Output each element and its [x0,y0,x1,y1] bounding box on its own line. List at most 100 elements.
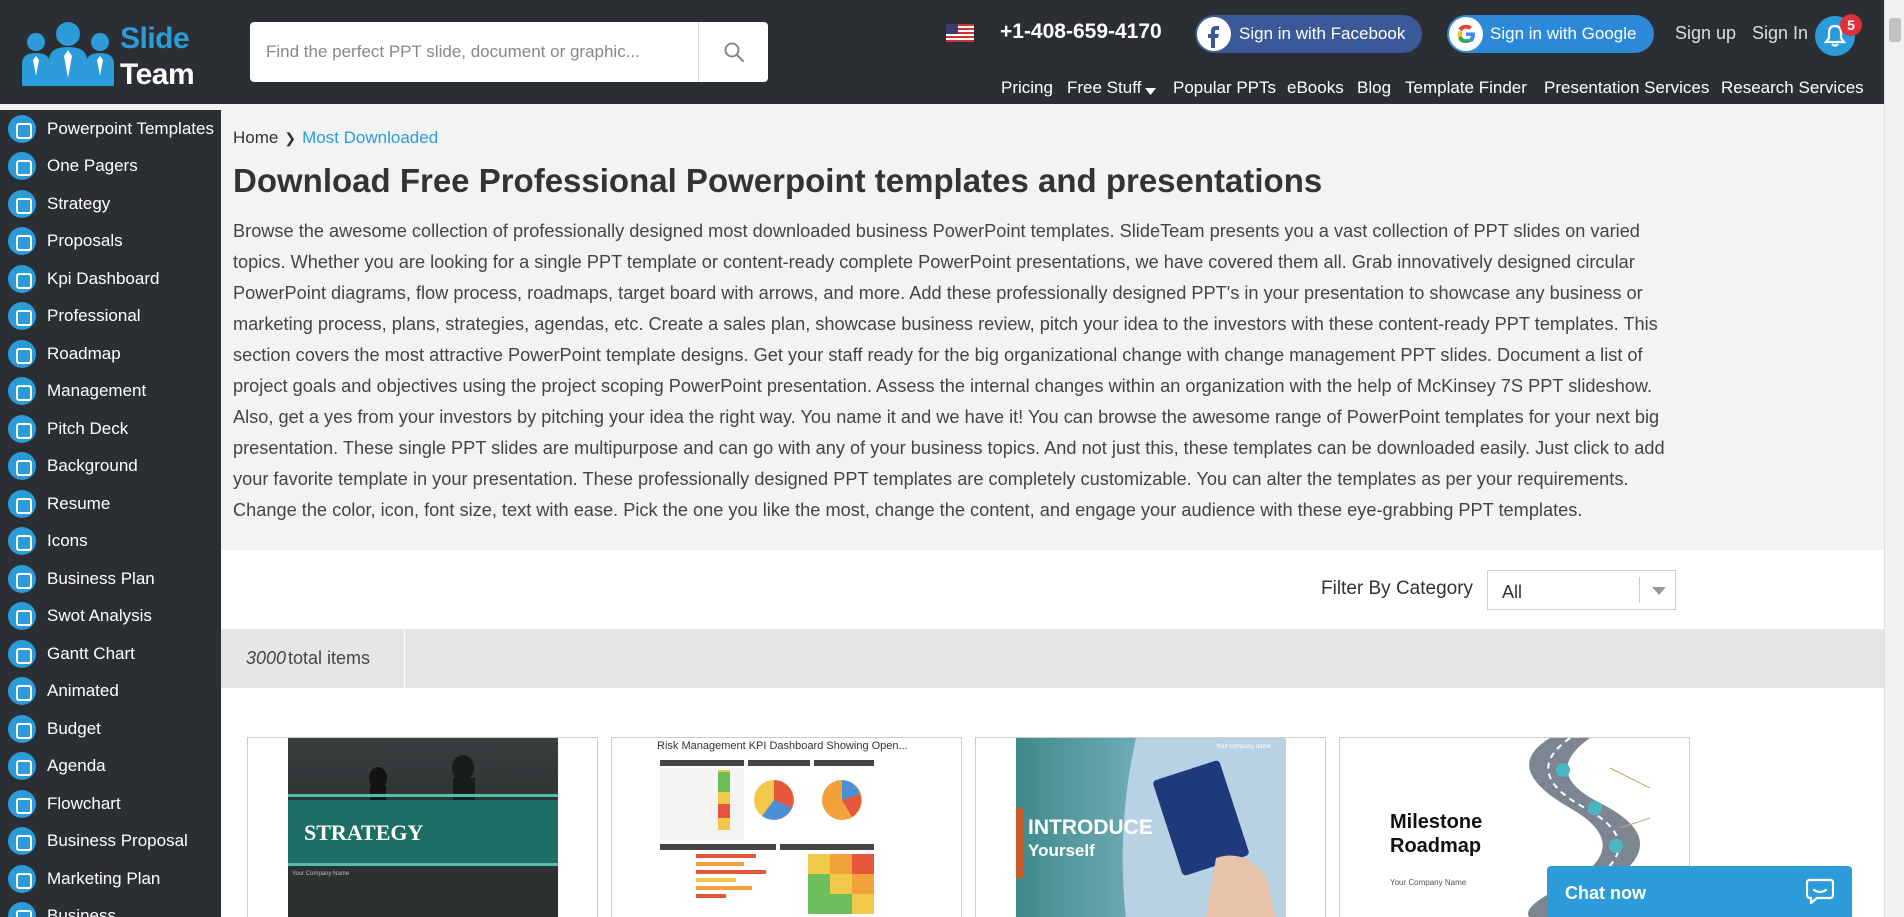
sidebar-item-background[interactable]: Background [0,447,221,483]
google-signin-button[interactable]: Sign in with Google [1447,15,1654,53]
kpi-thumb-title: Risk Management KPI Dashboard Showing Op… [657,740,908,752]
introduce-thumb-title: INTRODUCE [1028,816,1153,839]
sidebar-item-label: Agenda [47,756,106,775]
sidebar-item-powerpoint-templates[interactable]: Powerpoint Templates [0,110,221,146]
chevron-down-icon [1145,88,1156,95]
sidebar-item-label: Animated [47,681,119,700]
search-button[interactable] [698,22,768,82]
sidebar-item-animated[interactable]: Animated [0,672,221,708]
kpi-dashboard-thumbnail: Risk Management KPI Dashboard Showing Op… [652,738,961,917]
product-card-strategy[interactable]: STRATEGY Your Company Name [247,737,598,917]
strategy-thumbnail: STRATEGY Your Company Name [288,738,558,917]
strategy-icon [8,190,36,218]
category-filter-select[interactable]: All [1487,570,1676,610]
nav-research-services[interactable]: Research Services [1721,78,1864,98]
search-input[interactable] [250,22,698,82]
nav-presentation-services[interactable]: Presentation Services [1544,78,1709,98]
signin-link[interactable]: Sign In [1752,23,1808,44]
sidebar-item-resume[interactable]: Resume [0,485,221,521]
dashboard-icon [8,265,36,293]
product-card-kpi-dashboard[interactable]: Risk Management KPI Dashboard Showing Op… [611,737,962,917]
sidebar-item-roadmap[interactable]: Roadmap [0,335,221,371]
chevron-right-icon: ❯ [284,130,297,146]
intro-description: Browse the awesome collection of profess… [233,221,1665,520]
pie-chart-icon [8,565,36,593]
sidebar-item-flowchart[interactable]: Flowchart [0,785,221,821]
sidebar-item-agenda[interactable]: Agenda [0,747,221,783]
phone-number[interactable]: +1-408-659-4170 [1000,20,1162,44]
agenda-icon [8,752,36,780]
facebook-signin-label: Sign in with Facebook [1239,24,1406,43]
budget-icon [8,715,36,743]
nav-popular-ppts[interactable]: Popular PPTs [1173,78,1276,98]
grid-icon [8,827,36,855]
introduce-thumb-sub: Yourself [1028,841,1095,860]
sidebar-item-strategy[interactable]: Strategy [0,185,221,221]
marketing-icon [8,865,36,893]
logo-word-slide: Slide [120,22,190,55]
milestone-thumb-sub: Your Company Name [1390,878,1467,887]
sidebar-item-label: Flowchart [47,794,121,813]
sidebar-item-gantt-chart[interactable]: Gantt Chart [0,635,221,671]
management-icon [8,377,36,405]
sidebar-item-business-proposal[interactable]: Business Proposal [0,822,221,858]
sidebar-item-professional[interactable]: Professional [0,297,221,333]
globe-icon [8,527,36,555]
google-icon [1449,17,1483,51]
introduce-yourself-thumbnail: Your company name INTRODUCE Yourself [1016,738,1286,917]
sidebar-item-label: Proposals [47,231,123,250]
kpi-dashboard-image [660,760,874,914]
sidebar-item-swot-analysis[interactable]: Swot Analysis [0,597,221,633]
sidebar-item-business[interactable]: Business [0,897,221,917]
sidebar-item-marketing-plan[interactable]: Marketing Plan [0,860,221,896]
sidebar-item-icons[interactable]: Icons [0,522,221,558]
breadcrumb: Home ❯ Most Downloaded [233,128,438,148]
gear-icon [8,602,36,630]
introduce-thumb-corner: Your company name [1216,744,1271,750]
sidebar-item-management[interactable]: Management [0,372,221,408]
background-icon [8,452,36,480]
sidebar-item-label: Swot Analysis [47,606,152,625]
scrollbar-thumb[interactable] [1889,18,1901,42]
sidebar-item-one-pagers[interactable]: One Pagers [0,147,221,183]
animated-icon [8,677,36,705]
sidebar-item-budget[interactable]: Budget [0,710,221,746]
facebook-signin-button[interactable]: Sign in with Facebook [1195,15,1422,53]
presentation-icon [8,115,36,143]
chat-bubble-icon [1806,878,1834,904]
nav-pricing[interactable]: Pricing [1001,78,1053,98]
strategy-thumb-title: STRATEGY [304,820,424,845]
breadcrumb-current[interactable]: Most Downloaded [302,128,438,147]
sidebar-item-business-plan[interactable]: Business Plan [0,560,221,596]
resume-icon [8,490,36,518]
breadcrumb-home[interactable]: Home [233,128,278,147]
product-card-introduce-yourself[interactable]: Your company name INTRODUCE Yourself [975,737,1326,917]
gauge-icon [8,415,36,443]
document-icon [8,152,36,180]
milestone-thumb-title2: Roadmap [1390,835,1482,857]
sidebar-item-kpi-dashboard[interactable]: Kpi Dashboard [0,260,221,296]
sidebar-item-pitch-deck[interactable]: Pitch Deck [0,410,221,446]
category-filter-value: All [1502,582,1523,602]
site-header: Slide Team +1-408-659-4170 Sign in with … [0,0,1884,104]
sidebar-item-proposals[interactable]: Proposals [0,222,221,258]
nav-ebooks[interactable]: eBooks [1287,78,1344,98]
nav-blog[interactable]: Blog [1357,78,1391,98]
professional-icon [8,302,36,330]
sidebar-item-label: Business Plan [47,569,155,588]
sidebar-item-label: Budget [47,719,101,738]
signup-link[interactable]: Sign up [1675,23,1736,44]
sidebar-item-label: Background [47,456,138,475]
filter-label: Filter By Category [1321,578,1474,599]
logo-people-icon [22,22,114,86]
sidebar-item-label: Kpi Dashboard [47,269,160,288]
nav-template-finder[interactable]: Template Finder [1405,78,1527,98]
page-scrollbar[interactable] [1884,0,1904,917]
page-title: Download Free Professional Powerpoint te… [233,162,1323,199]
us-flag-icon[interactable] [946,24,974,42]
nav-free-stuff[interactable]: Free Stuff [1067,78,1141,98]
total-items-cell: 3000 total items [221,629,405,688]
sidebar-item-label: Marketing Plan [47,869,161,888]
sidebar-item-label: Management [47,381,147,400]
chat-now-button[interactable]: Chat now [1547,866,1852,917]
